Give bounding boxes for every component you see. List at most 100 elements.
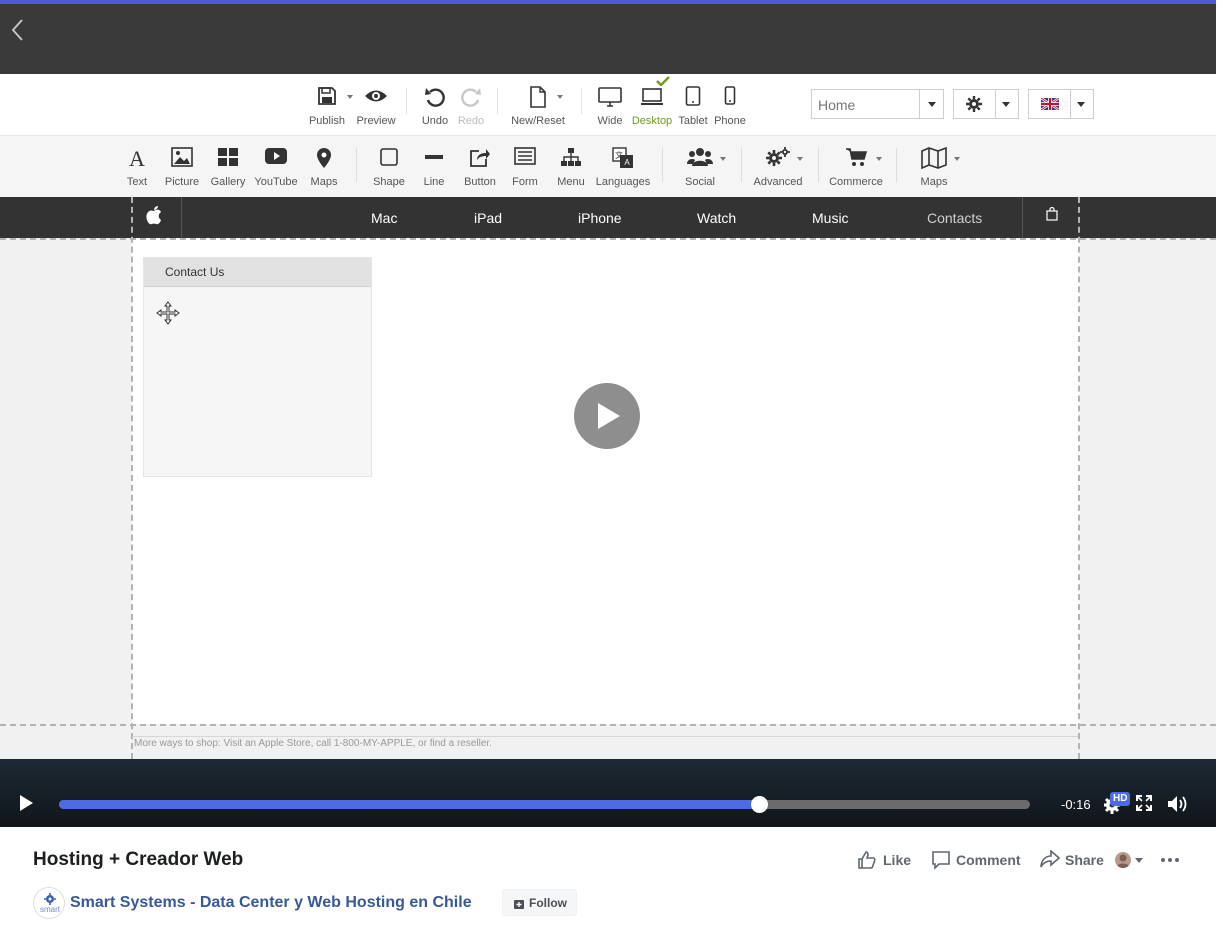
section-guide-bottom bbox=[0, 724, 1216, 726]
commerce-caret[interactable] bbox=[876, 157, 882, 161]
commerce-tool[interactable]: Commerce bbox=[828, 136, 884, 197]
view-phone-button[interactable]: Phone bbox=[713, 74, 747, 135]
separator bbox=[406, 88, 407, 114]
shopping-bag-icon bbox=[1046, 207, 1058, 221]
redo-icon bbox=[461, 88, 481, 107]
like-button[interactable]: Like bbox=[857, 850, 912, 870]
publish-caret[interactable] bbox=[347, 95, 353, 99]
maps-advanced-caret[interactable] bbox=[954, 157, 960, 161]
language-main[interactable] bbox=[1029, 90, 1071, 118]
gear-icon bbox=[966, 96, 982, 112]
preview-button[interactable]: Preview bbox=[355, 74, 397, 135]
cart-icon bbox=[846, 148, 867, 166]
redo-button[interactable]: Redo bbox=[455, 74, 487, 135]
section-guide-left bbox=[131, 197, 133, 759]
undo-button[interactable]: Undo bbox=[418, 74, 452, 135]
nav-item-music[interactable]: Music bbox=[812, 210, 849, 226]
social-caret[interactable] bbox=[720, 157, 726, 161]
view-wide-button[interactable]: Wide bbox=[594, 74, 626, 135]
nav-item-ipad[interactable]: iPad bbox=[474, 210, 502, 226]
new-reset-button[interactable]: New/Reset bbox=[510, 74, 566, 135]
advanced-tool[interactable]: Advanced bbox=[752, 136, 804, 197]
nav-item-contacts[interactable]: Contacts bbox=[927, 210, 982, 226]
button-tool[interactable]: Button bbox=[461, 136, 499, 197]
translate-icon: 文A bbox=[612, 147, 633, 168]
youtube-tool[interactable]: YouTube bbox=[254, 136, 298, 197]
text-tool-label: Text bbox=[126, 176, 148, 188]
svg-text:A: A bbox=[129, 147, 145, 169]
settings-dropdown[interactable] bbox=[994, 90, 1018, 118]
page-name-link[interactable]: Smart Systems - Data Center y Web Hostin… bbox=[70, 894, 472, 912]
publish-label: Publish bbox=[308, 115, 346, 127]
nav-item-watch[interactable]: Watch bbox=[697, 210, 736, 226]
nav-bag[interactable] bbox=[1022, 197, 1080, 238]
preview-label: Preview bbox=[356, 115, 396, 127]
picture-tool[interactable]: Picture bbox=[163, 136, 201, 197]
progress-bar[interactable] bbox=[59, 796, 1030, 813]
maps-tool[interactable]: Maps bbox=[307, 136, 341, 197]
picture-icon bbox=[171, 147, 193, 167]
like-label: Like bbox=[883, 852, 912, 868]
page-select[interactable]: Home bbox=[811, 89, 944, 119]
undo-icon bbox=[425, 88, 445, 107]
play-button[interactable] bbox=[18, 794, 42, 816]
settings-button[interactable] bbox=[953, 89, 1019, 119]
more-dots-icon bbox=[1161, 858, 1179, 862]
comment-button[interactable]: Comment bbox=[931, 850, 1021, 870]
separator bbox=[356, 148, 357, 182]
follow-button[interactable]: Follow bbox=[502, 889, 577, 916]
settings-main[interactable] bbox=[954, 90, 996, 118]
nav-apple-logo[interactable] bbox=[132, 197, 182, 238]
nav-item-mac[interactable]: Mac bbox=[371, 210, 397, 226]
laptop-icon bbox=[641, 88, 663, 105]
new-reset-label: New/Reset bbox=[511, 115, 565, 127]
more-options-button[interactable] bbox=[1160, 851, 1180, 869]
separator bbox=[741, 148, 742, 182]
publish-button[interactable]: Publish bbox=[307, 74, 347, 135]
back-button[interactable] bbox=[6, 18, 28, 44]
viewer-avatar-caret[interactable] bbox=[1135, 858, 1143, 863]
gallery-tool[interactable]: Gallery bbox=[209, 136, 247, 197]
share-box-icon bbox=[470, 149, 490, 167]
contact-us-header: Contact Us bbox=[144, 258, 371, 287]
site-footer-divider bbox=[132, 736, 1078, 737]
language-button[interactable] bbox=[1028, 89, 1094, 119]
share-button[interactable]: Share bbox=[1040, 850, 1106, 870]
page-avatar[interactable]: smart bbox=[33, 887, 65, 919]
maps-tool-label: Maps bbox=[310, 176, 338, 188]
maps-advanced-tool[interactable]: Maps bbox=[914, 136, 954, 197]
text-icon: A bbox=[129, 147, 145, 169]
view-desktop-button[interactable]: Desktop bbox=[630, 74, 674, 135]
nav-item-iphone[interactable]: iPhone bbox=[578, 210, 622, 226]
viewer-avatar[interactable] bbox=[1115, 852, 1131, 868]
caret-down-icon bbox=[1077, 102, 1085, 107]
menu-tool[interactable]: Menu bbox=[553, 136, 589, 197]
progress-fill bbox=[59, 800, 760, 809]
video-play-overlay-button[interactable] bbox=[574, 383, 640, 449]
view-tablet-button[interactable]: Tablet bbox=[677, 74, 709, 135]
language-dropdown[interactable] bbox=[1069, 90, 1093, 118]
page-logo-icon: smart bbox=[40, 893, 61, 914]
play-icon bbox=[20, 795, 33, 811]
builder-elements-toolbar: A Text Picture Gallery YouTube Maps Shap… bbox=[0, 136, 1216, 197]
youtube-icon bbox=[265, 148, 287, 164]
form-tool[interactable]: Form bbox=[508, 136, 542, 197]
move-handle[interactable] bbox=[156, 301, 180, 325]
hd-badge: HD bbox=[1110, 792, 1131, 806]
line-icon bbox=[425, 155, 443, 159]
volume-button[interactable] bbox=[1166, 794, 1190, 814]
fullscreen-button[interactable] bbox=[1136, 795, 1154, 813]
caret-down-icon bbox=[1002, 102, 1010, 107]
contact-us-widget[interactable]: Contact Us bbox=[143, 257, 372, 477]
commerce-tool-label: Commerce bbox=[829, 176, 883, 188]
shape-tool[interactable]: Shape bbox=[370, 136, 408, 197]
page-select-dropdown[interactable] bbox=[919, 90, 943, 118]
languages-tool[interactable]: 文A Languages bbox=[596, 136, 650, 197]
new-reset-caret[interactable] bbox=[557, 95, 563, 99]
advanced-caret[interactable] bbox=[797, 157, 803, 161]
progress-scrubber[interactable] bbox=[751, 796, 769, 813]
social-tool[interactable]: Social bbox=[680, 136, 720, 197]
text-tool[interactable]: A Text bbox=[121, 136, 153, 197]
time-remaining: -0:16 bbox=[1061, 797, 1091, 812]
line-tool[interactable]: Line bbox=[418, 136, 450, 197]
